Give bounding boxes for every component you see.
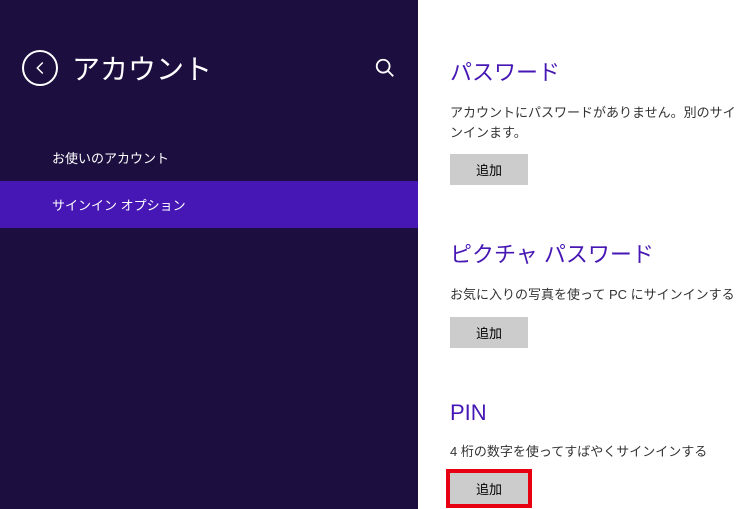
search-icon[interactable] bbox=[374, 57, 396, 79]
add-pin-button[interactable]: 追加 bbox=[450, 473, 528, 504]
section-pin: PIN 4 桁の数字を使ってすばやくサインインする 追加 bbox=[450, 400, 744, 505]
sidebar-item-label: サインイン オプション bbox=[52, 198, 186, 213]
sidebar-item-label: お使いのアカウント bbox=[52, 151, 169, 166]
section-picture-password: ピクチャ パスワード お気に入りの写真を使って PC にサインインする 追加 bbox=[450, 237, 744, 348]
section-title: パスワード bbox=[450, 55, 744, 87]
sidebar: アカウント お使いのアカウント サインイン オプション bbox=[0, 0, 418, 509]
sidebar-header: アカウント bbox=[0, 48, 418, 88]
add-password-button[interactable]: 追加 bbox=[450, 154, 528, 185]
section-title: ピクチャ パスワード bbox=[450, 237, 744, 269]
content-panel: パスワード アカウントにパスワードがありません。別のサインインます。 追加 ピク… bbox=[418, 0, 744, 509]
sidebar-item-signin-options[interactable]: サインイン オプション bbox=[0, 181, 418, 228]
arrow-left-icon bbox=[31, 59, 49, 77]
add-picture-password-button[interactable]: 追加 bbox=[450, 317, 528, 348]
sidebar-item-account[interactable]: お使いのアカウント bbox=[0, 134, 418, 181]
section-password: パスワード アカウントにパスワードがありません。別のサインインます。 追加 bbox=[450, 55, 744, 185]
section-desc: 4 桁の数字を使ってすばやくサインインする bbox=[450, 442, 744, 462]
page-title: アカウント bbox=[72, 48, 374, 88]
section-desc: お気に入りの写真を使って PC にサインインする bbox=[450, 285, 744, 305]
section-title: PIN bbox=[450, 400, 744, 426]
section-desc: アカウントにパスワードがありません。別のサインインます。 bbox=[450, 103, 744, 142]
back-button[interactable] bbox=[22, 50, 58, 86]
